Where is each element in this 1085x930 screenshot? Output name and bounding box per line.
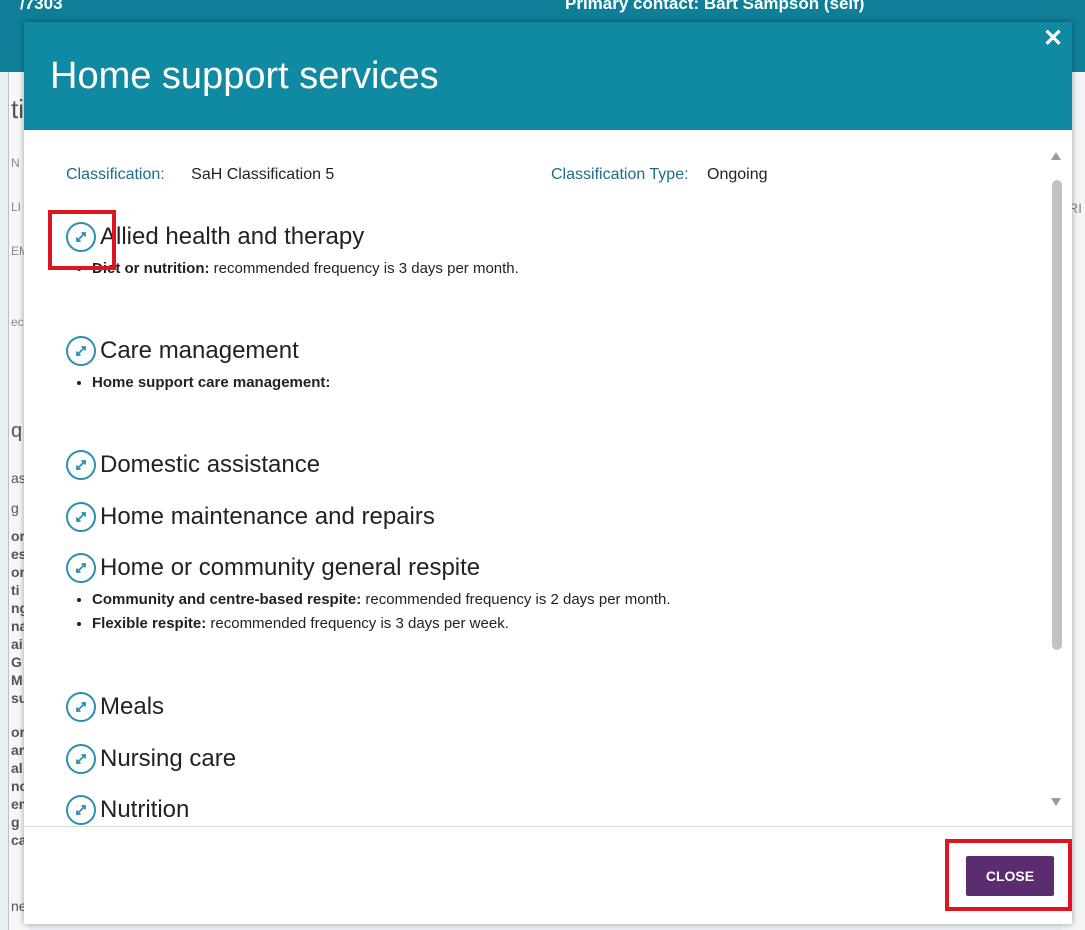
bullet-label: Flexible respite:	[92, 615, 207, 632]
bg-fragment: q	[11, 420, 23, 442]
expand-arrows-icon[interactable]	[66, 744, 96, 774]
background-topbar-right: Primary contact: Bart Sampson (self)	[565, 0, 865, 13]
dialog-footer: CLOSE	[24, 826, 1072, 925]
service-section: Nursing care	[66, 742, 236, 776]
bg-fragment: or	[11, 528, 25, 544]
section-title: Domestic assistance	[100, 451, 321, 478]
dialog-scrollbar[interactable]	[1048, 152, 1064, 832]
expand-arrows-icon[interactable]	[66, 450, 96, 480]
section-title: Home maintenance and repairs	[100, 503, 435, 530]
section-title: Home or community general respite	[100, 554, 481, 581]
scrollbar-thumb[interactable]	[1052, 180, 1062, 650]
bullet-text: recommended frequency is 2 days per mont…	[361, 591, 671, 608]
home-support-services-dialog: Home support services ✕ Classification: …	[24, 22, 1072, 924]
classification-label: Classification:	[66, 166, 165, 183]
bg-fragment: ti	[11, 582, 20, 598]
section-title: Nutrition	[100, 796, 190, 823]
bg-fragment: M	[11, 672, 23, 688]
expand-arrows-icon[interactable]	[66, 553, 96, 583]
bg-fragment: LI	[11, 200, 22, 214]
list-item: Community and centre-based respite: reco…	[92, 591, 671, 608]
close-icon[interactable]: ✕	[1042, 27, 1064, 51]
bg-fragment: ec	[11, 315, 24, 329]
dialog-title: Home support services	[50, 55, 439, 97]
highlight-box-close-button	[945, 839, 1072, 911]
expand-arrows-icon[interactable]	[66, 692, 96, 722]
section-bullets: Community and centre-based respite: reco…	[66, 591, 671, 632]
service-section: Allied health and therapy Diet or nutrit…	[66, 220, 519, 284]
bg-fragment: ti	[11, 94, 24, 124]
section-bullets: Diet or nutrition: recommended frequency…	[66, 260, 519, 277]
section-bullets: Home support care management:	[66, 374, 330, 391]
bg-fragment: ai	[11, 636, 23, 652]
service-section: Home or community general respite Commun…	[66, 551, 671, 639]
section-title: Allied health and therapy	[100, 223, 365, 250]
background-topbar-left: /7303	[20, 0, 63, 13]
scroll-up-arrow-icon[interactable]	[1051, 152, 1061, 160]
bg-fragment: or	[11, 724, 25, 740]
section-title: Care management	[100, 337, 299, 364]
list-item: Flexible respite: recommended frequency …	[92, 615, 671, 632]
bg-fragment: al	[11, 760, 23, 776]
expand-arrows-icon[interactable]	[66, 336, 96, 366]
service-section: Meals	[66, 690, 164, 724]
bullet-label: Home support care management:	[92, 374, 331, 391]
bg-fragment: ar	[11, 742, 25, 758]
highlight-box-expand-icon	[48, 210, 116, 270]
bg-fragment: G	[11, 654, 22, 670]
bullet-text: recommended frequency is 3 days per week…	[206, 615, 509, 632]
list-item: Home support care management:	[92, 374, 330, 391]
list-item: Diet or nutrition: recommended frequency…	[92, 260, 519, 277]
service-section: Care management Home support care manage…	[66, 334, 330, 398]
dialog-header: Home support services ✕	[24, 22, 1072, 130]
dialog-body: Classification: SaH Classification 5 Cla…	[24, 130, 1072, 826]
bullet-label: Community and centre-based respite:	[92, 591, 362, 608]
service-section: Home maintenance and repairs	[66, 500, 435, 534]
classification-value: SaH Classification 5	[191, 166, 335, 183]
section-title: Nursing care	[100, 745, 237, 772]
classification-type-field: Classification Type: Ongoing	[551, 166, 768, 184]
expand-arrows-icon[interactable]	[66, 795, 96, 825]
bg-fragment: g	[11, 814, 20, 830]
bullet-text: recommended frequency is 3 days per mont…	[209, 260, 519, 277]
service-section: Nutrition	[66, 793, 189, 826]
section-title: Meals	[100, 693, 165, 720]
classification-type-value: Ongoing	[707, 166, 768, 183]
bg-fragment: N	[11, 156, 20, 170]
expand-arrows-icon[interactable]	[66, 502, 96, 532]
bg-fragment: g	[11, 500, 19, 516]
scroll-down-arrow-icon[interactable]	[1051, 798, 1061, 806]
classification-type-label: Classification Type:	[551, 166, 689, 183]
classification-field: Classification: SaH Classification 5	[66, 166, 334, 184]
service-section: Domestic assistance	[66, 448, 320, 482]
